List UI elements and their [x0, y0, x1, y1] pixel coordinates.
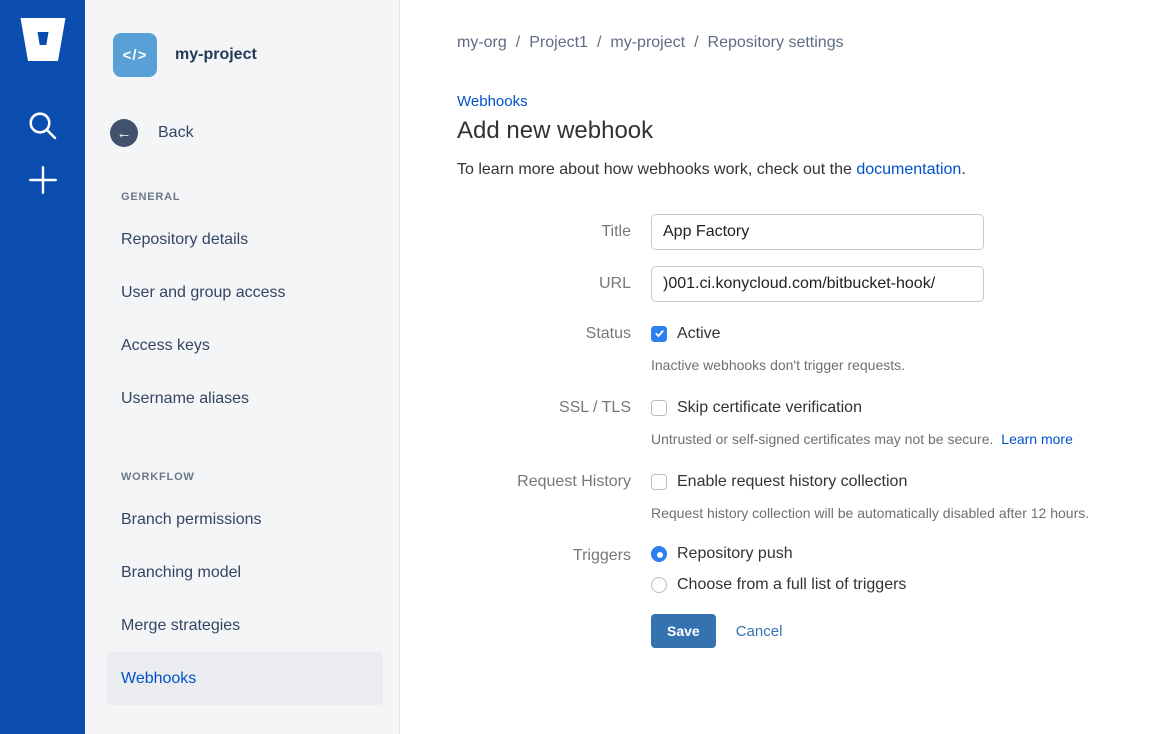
intro-text-suffix: .	[961, 161, 965, 178]
breadcrumb-my-project[interactable]: my-project	[610, 34, 685, 52]
breadcrumb-separator: /	[516, 34, 520, 52]
request-history-label: Request History	[457, 471, 631, 492]
workflow-nav-list: Branch permissions Branching model Merge…	[85, 493, 399, 705]
bitbucket-logo[interactable]	[19, 18, 67, 62]
sidebar-item-merge-strategies[interactable]: Merge strategies	[85, 599, 399, 652]
cancel-link[interactable]: Cancel	[736, 623, 783, 640]
back-arrow-icon: ←	[110, 119, 138, 147]
main-content: my-org / Project1 / my-project / Reposit…	[400, 0, 1170, 734]
webhooks-section-link[interactable]: Webhooks	[457, 93, 528, 110]
triggers-radio-group: Repository push Choose from a full list …	[651, 545, 906, 594]
ssl-row: SSL / TLS Skip certificate verification	[457, 397, 1155, 418]
back-button[interactable]: ← Back	[110, 119, 399, 147]
request-history-row: Request History Enable request history c…	[457, 471, 1155, 492]
ssl-label: SSL / TLS	[457, 397, 631, 418]
intro-text: To learn more about how webhooks work, c…	[457, 161, 1155, 179]
sidebar-item-repository-details[interactable]: Repository details	[85, 213, 399, 266]
title-label: Title	[457, 214, 631, 250]
project-avatar-code-icon: </>	[113, 33, 157, 77]
sidebar-item-access-keys[interactable]: Access keys	[85, 319, 399, 372]
url-input[interactable]	[651, 266, 984, 302]
check-icon	[654, 328, 665, 339]
triggers-label: Triggers	[457, 545, 631, 594]
sidebar-item-username-aliases[interactable]: Username aliases	[85, 372, 399, 425]
full-trigger-list-radio[interactable]	[651, 577, 667, 593]
status-row: Status Active	[457, 323, 1155, 344]
status-helper-text: Inactive webhooks don't trigger requests…	[651, 357, 1155, 373]
active-checkbox-line[interactable]: Active	[651, 323, 721, 344]
page-title: Add new webhook	[457, 117, 1155, 145]
request-history-checkbox[interactable]	[651, 474, 667, 490]
request-history-helper-text: Request history collection will be autom…	[651, 505, 1155, 521]
active-checkbox[interactable]	[651, 326, 667, 342]
full-trigger-list-option[interactable]: Choose from a full list of triggers	[651, 576, 906, 594]
breadcrumb-separator: /	[597, 34, 601, 52]
settings-sidebar: </> my-project ← Back GENERAL Repository…	[85, 0, 400, 734]
learn-more-link[interactable]: Learn more	[1001, 431, 1073, 447]
status-label: Status	[457, 323, 631, 344]
skip-cert-checkbox-label: Skip certificate verification	[677, 399, 862, 417]
full-trigger-list-label: Choose from a full list of triggers	[677, 576, 906, 594]
documentation-link[interactable]: documentation	[856, 161, 961, 178]
breadcrumb: my-org / Project1 / my-project / Reposit…	[457, 34, 1155, 52]
title-input[interactable]	[651, 214, 984, 250]
sidebar-item-branching-model[interactable]: Branching model	[85, 546, 399, 599]
ssl-helper-text: Untrusted or self-signed certificates ma…	[651, 431, 1155, 447]
intro-text-lead: To learn more about how webhooks work, c…	[457, 161, 852, 178]
sidebar-item-webhooks[interactable]: Webhooks	[107, 652, 383, 705]
project-header: </> my-project	[85, 0, 399, 77]
form-actions: Save Cancel	[651, 614, 1155, 648]
triggers-row: Triggers Repository push Choose from a f…	[457, 545, 1155, 594]
repository-push-radio[interactable]	[651, 546, 667, 562]
breadcrumb-project1[interactable]: Project1	[529, 34, 588, 52]
back-label: Back	[158, 124, 194, 142]
skip-cert-checkbox-line[interactable]: Skip certificate verification	[651, 397, 862, 418]
save-button[interactable]: Save	[651, 614, 716, 648]
app-rail	[0, 0, 85, 734]
skip-cert-checkbox[interactable]	[651, 400, 667, 416]
repository-push-label: Repository push	[677, 545, 793, 563]
general-nav-list: Repository details User and group access…	[85, 213, 399, 425]
sidebar-section-general: GENERAL	[121, 191, 399, 203]
request-history-checkbox-label: Enable request history collection	[677, 473, 907, 491]
add-webhook-form: Title URL Status Active Inactive webhook…	[457, 214, 1155, 648]
url-row: URL	[457, 266, 1155, 302]
add-icon[interactable]	[19, 156, 67, 204]
ssl-helper-body: Untrusted or self-signed certificates ma…	[651, 431, 993, 447]
sidebar-item-user-group-access[interactable]: User and group access	[85, 266, 399, 319]
breadcrumb-my-org[interactable]: my-org	[457, 34, 507, 52]
search-icon[interactable]	[19, 102, 67, 150]
sidebar-section-workflow: WORKFLOW	[121, 471, 399, 483]
breadcrumb-repository-settings[interactable]: Repository settings	[708, 34, 844, 52]
url-label: URL	[457, 266, 631, 302]
active-checkbox-label: Active	[677, 325, 721, 343]
breadcrumb-separator: /	[694, 34, 698, 52]
project-name: my-project	[175, 46, 257, 64]
request-history-checkbox-line[interactable]: Enable request history collection	[651, 471, 907, 492]
sidebar-item-branch-permissions[interactable]: Branch permissions	[85, 493, 399, 546]
title-row: Title	[457, 214, 1155, 250]
repository-push-option[interactable]: Repository push	[651, 545, 906, 563]
